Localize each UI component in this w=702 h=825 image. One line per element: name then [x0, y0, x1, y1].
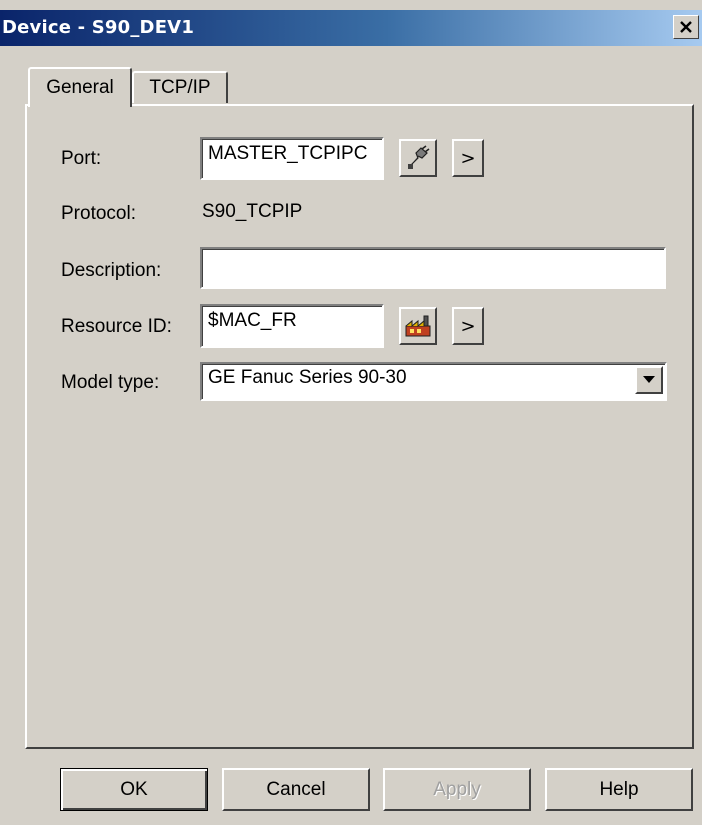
- tab-general[interactable]: General: [28, 67, 132, 107]
- window-title: Device - S90_DEV1: [2, 17, 195, 38]
- tab-tcpip[interactable]: TCP/IP: [132, 71, 228, 103]
- general-tab-panel: [25, 104, 694, 749]
- title-bar[interactable]: Device - S90_DEV1: [0, 10, 702, 46]
- ok-button[interactable]: OK: [60, 768, 208, 811]
- device-dialog: Device - S90_DEV1 General TCP/IP Port: M…: [0, 0, 702, 825]
- cancel-label: Cancel: [266, 778, 326, 800]
- ok-label: OK: [120, 778, 148, 800]
- help-label: Help: [599, 778, 639, 800]
- close-button[interactable]: [673, 15, 699, 39]
- close-icon: [680, 21, 692, 33]
- help-button[interactable]: Help: [545, 768, 693, 811]
- cancel-button[interactable]: Cancel: [222, 768, 370, 811]
- apply-label: Apply: [433, 778, 481, 800]
- tab-tcpip-label: TCP/IP: [149, 77, 211, 98]
- tab-general-label: General: [46, 77, 114, 98]
- apply-button: Apply: [383, 768, 531, 811]
